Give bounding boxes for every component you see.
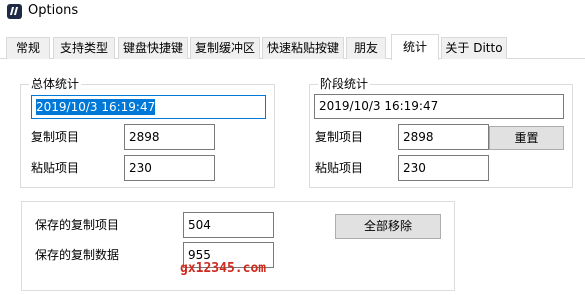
stage-stats-legend: 阶段统计 [318, 77, 371, 91]
total-paste-items-field[interactable]: 230 [124, 155, 215, 181]
reset-button[interactable]: 重置 [489, 126, 564, 150]
window-title: Options [28, 3, 79, 18]
total-copy-items-label: 复制项目 [31, 130, 80, 144]
tab-general[interactable]: 常规 [6, 37, 50, 59]
stage-copy-items-field[interactable]: 2898 [398, 124, 489, 150]
saved-items-label: 保存的复制项目 [35, 218, 120, 232]
total-copy-items-field[interactable]: 2898 [124, 124, 215, 150]
total-stats-date-text: 2019/10/3 16:19:47 [36, 99, 156, 115]
stage-paste-items-label: 粘贴项目 [315, 161, 364, 175]
title-bar: Options [0, 0, 585, 24]
tab-keyboard-shortcuts[interactable]: 键盘快捷键 [118, 37, 188, 59]
remove-all-button[interactable]: 全部移除 [335, 214, 441, 239]
stage-copy-items-label: 复制项目 [315, 130, 364, 144]
tab-stats[interactable]: 统计 [391, 34, 439, 60]
stage-stats-date-field[interactable]: 2019/10/3 16:19:47 [314, 94, 564, 119]
tab-strip: 常规 支持类型 键盘快捷键 复制缓冲区 快速粘贴按键 朋友 统计 关于 Ditt… [0, 34, 585, 60]
total-stats-date-field[interactable]: 2019/10/3 16:19:47 [31, 95, 266, 119]
stage-paste-items-field[interactable]: 230 [398, 155, 489, 181]
watermark-text: gx12345.com [180, 261, 267, 276]
tab-quick-paste-keys[interactable]: 快速粘贴按键 [262, 37, 344, 59]
saved-items-field[interactable]: 504 [183, 212, 274, 238]
tab-friends[interactable]: 朋友 [346, 37, 386, 59]
saved-data-label: 保存的复制数据 [35, 248, 120, 262]
ditto-app-icon [7, 4, 22, 19]
total-stats-legend: 总体统计 [29, 77, 82, 91]
tab-copy-buffers[interactable]: 复制缓冲区 [190, 37, 260, 59]
total-paste-items-label: 粘贴项目 [31, 161, 80, 175]
tab-about-ditto[interactable]: 关于 Ditto [441, 37, 507, 59]
tab-supported-types[interactable]: 支持类型 [53, 37, 115, 59]
